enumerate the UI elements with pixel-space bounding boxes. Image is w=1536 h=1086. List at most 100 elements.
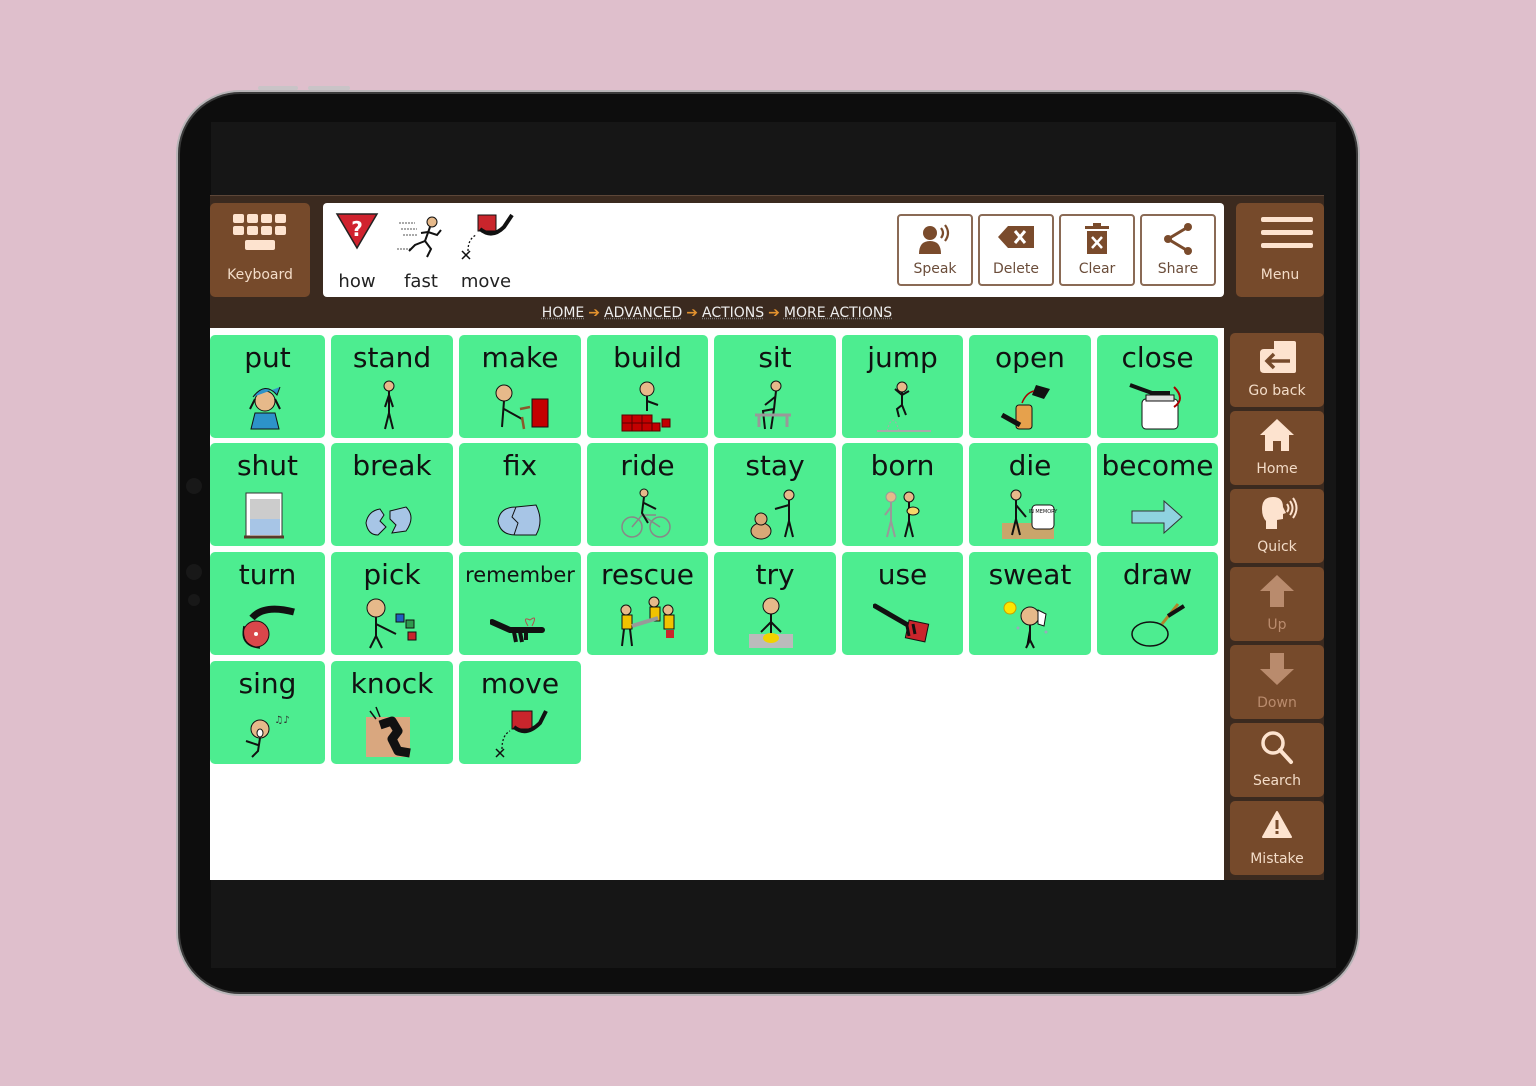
- share-button[interactable]: Share: [1140, 214, 1216, 286]
- svg-text:♫♪: ♫♪: [274, 715, 289, 726]
- grid-cell-label: become: [1101, 449, 1214, 482]
- finger-bow-icon: [490, 617, 545, 643]
- breadcrumb-arrow-icon: ➔: [686, 305, 698, 321]
- grid-cell-label: fix: [502, 449, 538, 482]
- grid-cell-label: close: [1121, 341, 1194, 374]
- breadcrumb-actions[interactable]: ACTIONS: [702, 305, 764, 321]
- rescue-team-icon: [620, 596, 674, 647]
- jumping-person-icon: [876, 381, 931, 432]
- grid-cell-die[interactable]: die IN MEMORY: [969, 443, 1091, 546]
- grid-cell-label: knock: [350, 667, 434, 700]
- down-button[interactable]: Down: [1230, 645, 1324, 719]
- home-button[interactable]: Home: [1230, 411, 1324, 485]
- grid-cell-shut[interactable]: shut: [210, 443, 325, 546]
- grid-cell-try[interactable]: try: [714, 552, 836, 655]
- grid-cell-label: born: [870, 449, 935, 482]
- building-blocks-icon: [621, 381, 670, 432]
- fixed-vase-icon: [497, 504, 541, 536]
- delete-button[interactable]: Delete: [978, 214, 1054, 286]
- arrow-down-icon: [1260, 653, 1294, 685]
- backspace-icon: [998, 226, 1034, 248]
- grid-cell-sit[interactable]: sit: [714, 335, 836, 438]
- grid-cell-label: sing: [238, 667, 297, 700]
- arrow-up-icon: [1260, 575, 1294, 607]
- grid-cell-stand[interactable]: stand: [331, 335, 453, 438]
- grid-cell-label: turn: [238, 558, 297, 591]
- sensor-icon: [188, 594, 200, 606]
- up-button[interactable]: Up: [1230, 567, 1324, 641]
- grid-cell-label: ride: [620, 449, 675, 482]
- grid-cell-close[interactable]: close: [1097, 335, 1218, 438]
- breadcrumb-advanced[interactable]: ADVANCED: [604, 305, 682, 321]
- mistake-label: Mistake: [1250, 851, 1304, 867]
- put-on-hat-icon: [248, 386, 281, 430]
- grid-cell-sing[interactable]: sing ♫♪: [210, 661, 325, 764]
- grid-cell-label: remember: [465, 563, 575, 587]
- pencil-draw-icon: [1130, 603, 1185, 647]
- grid-cell-put[interactable]: put: [210, 335, 325, 438]
- grid-cell-born[interactable]: born: [842, 443, 963, 546]
- grid-cell-label: sit: [758, 341, 792, 374]
- move-box-icon: [495, 710, 548, 758]
- grid-cell-label: stay: [745, 449, 805, 482]
- grid-cell-make[interactable]: make: [459, 335, 581, 438]
- grid-cell-label: try: [755, 558, 795, 591]
- grid-cell-jump[interactable]: jump: [842, 335, 963, 438]
- grid-cell-label: pick: [363, 558, 421, 591]
- breadcrumb-more-actions: MORE ACTIONS: [783, 305, 893, 321]
- breadcrumb-arrow-icon: ➔: [768, 305, 780, 321]
- breadcrumb: HOME ➔ ADVANCED ➔ ACTIONS ➔ MORE ACTIONS: [210, 300, 1224, 326]
- grid-cell-label: draw: [1122, 558, 1193, 591]
- try-person-icon: [749, 597, 793, 648]
- hammer-person-icon: [495, 384, 549, 430]
- mistake-button[interactable]: Mistake: [1230, 801, 1324, 875]
- down-label: Down: [1257, 695, 1297, 711]
- speak-label: Speak: [913, 261, 957, 277]
- grid-cell-label: shut: [236, 449, 299, 482]
- clear-button[interactable]: Clear: [1059, 214, 1135, 286]
- grid-cell-ride[interactable]: ride: [587, 443, 708, 546]
- grid-cell-label: jump: [867, 341, 938, 374]
- keyboard-icon: [233, 214, 286, 250]
- speak-button[interactable]: Speak: [897, 214, 973, 286]
- close-jar-icon: [1128, 383, 1181, 430]
- menu-button[interactable]: Menu: [1236, 203, 1324, 297]
- grid-cell-knock[interactable]: knock: [331, 661, 453, 764]
- breadcrumb-home[interactable]: HOME: [542, 305, 584, 321]
- sentence-word-label: move: [460, 271, 512, 292]
- hamburger-menu-icon: [1261, 217, 1313, 248]
- sentence-bar[interactable]: ? how fast move Speak Delete Clear Share: [323, 203, 1224, 297]
- grid-cell-draw[interactable]: draw: [1097, 552, 1218, 655]
- grid-cell-sweat[interactable]: sweat: [969, 552, 1091, 655]
- standing-person-icon: [383, 380, 395, 430]
- quick-button[interactable]: Quick: [1230, 489, 1324, 563]
- grid-cell-turn[interactable]: turn: [210, 552, 325, 655]
- grid-cell-open[interactable]: open: [969, 335, 1091, 438]
- grid-cell-use[interactable]: use: [842, 552, 963, 655]
- search-button[interactable]: Search: [1230, 723, 1324, 797]
- go-back-icon: [1260, 341, 1296, 373]
- sitting-person-icon: [755, 380, 791, 430]
- move-box-icon: [461, 213, 514, 260]
- open-jar-icon: [1000, 385, 1050, 430]
- grid-cell-fix[interactable]: fix: [459, 443, 581, 546]
- shutter-icon: [243, 492, 284, 539]
- stay-dog-icon: [750, 489, 795, 540]
- search-label: Search: [1252, 773, 1302, 789]
- up-label: Up: [1267, 617, 1287, 633]
- grid-cell-move[interactable]: move: [459, 661, 581, 764]
- share-icon: [1164, 223, 1192, 255]
- grid-cell-build[interactable]: build: [587, 335, 708, 438]
- keyboard-button[interactable]: Keyboard: [210, 203, 310, 297]
- grid-cell-become[interactable]: become: [1097, 443, 1218, 546]
- grid-cell-rescue[interactable]: rescue: [587, 552, 708, 655]
- grid-cell-break[interactable]: break: [331, 443, 453, 546]
- go-back-label: Go back: [1248, 383, 1306, 399]
- grid-cell-pick[interactable]: pick: [331, 552, 453, 655]
- breadcrumb-arrow-icon: ➔: [588, 305, 601, 321]
- grid-cell-stay[interactable]: stay: [714, 443, 836, 546]
- grid-cell-remember[interactable]: remember: [459, 552, 581, 655]
- sweat-sun-icon: [1003, 601, 1048, 649]
- menu-label: Menu: [1260, 267, 1300, 283]
- go-back-button[interactable]: Go back: [1230, 333, 1324, 407]
